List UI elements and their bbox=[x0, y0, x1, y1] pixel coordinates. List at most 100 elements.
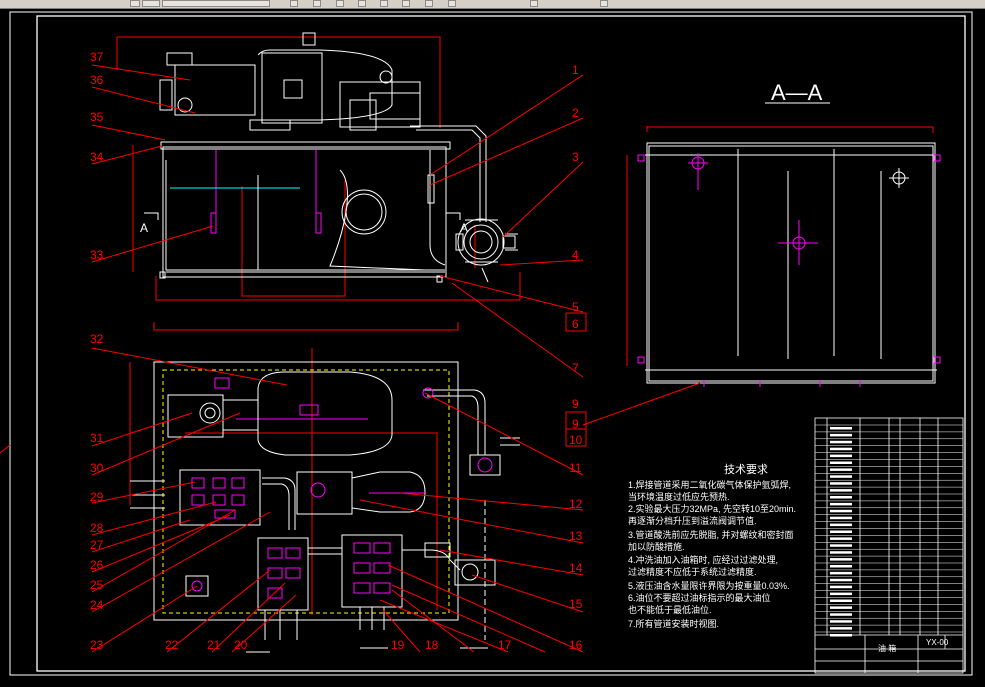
note-line: 过滤精度不应低于系统过滤精度. bbox=[628, 566, 757, 577]
plan-view bbox=[129, 322, 520, 653]
part-number: 6 bbox=[572, 317, 579, 331]
part-number: 27 bbox=[90, 538, 104, 552]
note-line: 7.所有管道安装时视图. bbox=[628, 618, 719, 629]
part-number: 35 bbox=[90, 110, 104, 124]
technical-notes: 1.焊接管道采用二氧化碳气体保护氩弧焊, 当环境温度过低应先预热. 2.实验最大… bbox=[628, 479, 796, 629]
parts-list-entry bbox=[830, 440, 852, 444]
more-button[interactable] bbox=[600, 0, 608, 7]
undo-button[interactable] bbox=[290, 0, 298, 7]
part-number: 28 bbox=[90, 521, 104, 535]
part-number: 7 bbox=[572, 361, 579, 375]
part-number: 21 bbox=[207, 638, 221, 652]
note-line: 1.焊接管道采用二氧化碳气体保护氩弧焊, bbox=[628, 479, 791, 490]
layer-dropdown[interactable] bbox=[130, 0, 140, 7]
parts-list-entry bbox=[830, 585, 852, 589]
parts-list-entry bbox=[830, 509, 852, 513]
parts-list-entry bbox=[830, 530, 852, 533]
note-line: 再逐渐分档升压到溢流阀调节值. bbox=[628, 515, 757, 526]
part-number: 16 bbox=[569, 638, 583, 652]
notes-title: 技术要求 bbox=[724, 463, 768, 476]
parts-list-entry bbox=[830, 475, 852, 478]
redo-button[interactable] bbox=[313, 0, 321, 7]
toolbar bbox=[0, 0, 985, 9]
print-button[interactable] bbox=[530, 0, 538, 7]
part-number: 10 bbox=[569, 433, 583, 447]
match-button[interactable] bbox=[448, 0, 456, 7]
part-number: 3 bbox=[572, 150, 579, 164]
parts-list-entry bbox=[830, 613, 852, 616]
parts-list-entry bbox=[830, 592, 852, 596]
part-number: 14 bbox=[569, 561, 583, 575]
drawing-name: 油 箱 bbox=[878, 643, 896, 653]
part-number: 26 bbox=[90, 558, 104, 572]
properties-dropdown[interactable] bbox=[162, 0, 270, 7]
part-number: 11 bbox=[569, 461, 582, 475]
parts-list-entry bbox=[830, 427, 852, 430]
note-line: 5.液压油含水量限许界限为按重量0.03%. bbox=[628, 580, 790, 591]
part-number: 36 bbox=[90, 73, 104, 87]
parts-list-entry bbox=[830, 433, 852, 437]
parts-list-entry bbox=[830, 496, 852, 499]
parts-list-entry bbox=[830, 578, 852, 582]
part-number: 24 bbox=[90, 598, 104, 612]
cad-application: A A A—A 37 36 35 34 33 32 31 30 29 28 27… bbox=[0, 0, 985, 687]
parts-list-entry bbox=[830, 620, 852, 623]
part-number: 20 bbox=[234, 638, 248, 652]
front-view bbox=[116, 32, 521, 301]
parts-list-entry bbox=[830, 461, 852, 464]
properties-button[interactable] bbox=[425, 0, 433, 7]
note-line: 也不能低于最低油位. bbox=[628, 604, 712, 615]
zoom-button[interactable] bbox=[358, 0, 366, 7]
parts-list-entry bbox=[830, 571, 852, 575]
part-number: 15 bbox=[569, 597, 583, 611]
leader-lines bbox=[0, 64, 701, 653]
zoom-prev-button[interactable] bbox=[402, 0, 410, 7]
note-line: 6.油位不要超过油标指示的最大油位 bbox=[628, 592, 771, 603]
parts-list-entry bbox=[830, 502, 852, 506]
parts-list-entry bbox=[830, 454, 852, 458]
parts-list-entry bbox=[830, 599, 852, 602]
part-number: 13 bbox=[569, 529, 583, 543]
part-number: 22 bbox=[165, 638, 179, 652]
parts-list-entry bbox=[830, 565, 852, 568]
part-number: 31 bbox=[90, 431, 104, 445]
part-number: 33 bbox=[90, 248, 104, 262]
section-view-a-a bbox=[626, 126, 941, 387]
part-number: 18 bbox=[425, 638, 439, 652]
drawing-canvas[interactable]: A A A—A 37 36 35 34 33 32 31 30 29 28 27… bbox=[0, 9, 985, 687]
note-line: 当环境温度过低应先预热. bbox=[628, 491, 730, 502]
part-number: 30 bbox=[90, 461, 104, 475]
parts-list-entry bbox=[830, 551, 852, 554]
drawing-border-inner bbox=[36, 15, 966, 672]
parts-list-entry bbox=[830, 558, 852, 561]
note-line: 4.冲洗油加入油箱时, 应经过过滤处理, bbox=[628, 554, 778, 565]
note-line: 2.实验最大压力32MPa, 先空转10至20min. bbox=[628, 503, 796, 514]
part-number: 19 bbox=[391, 638, 405, 652]
part-number: 34 bbox=[90, 150, 104, 164]
part-number: 17 bbox=[498, 638, 512, 652]
parts-list-entry bbox=[830, 606, 852, 609]
part-number: 9 bbox=[572, 397, 579, 411]
parts-list-entry bbox=[830, 489, 852, 492]
part-number: 12 bbox=[569, 497, 583, 511]
part-number: 25 bbox=[90, 578, 104, 592]
section-marker-left: A bbox=[140, 221, 148, 235]
part-number: 23 bbox=[90, 638, 104, 652]
parts-list-entry bbox=[830, 447, 852, 451]
part-number: 2 bbox=[572, 106, 579, 120]
zoom-window-button[interactable] bbox=[380, 0, 388, 7]
part-number: 29 bbox=[90, 490, 104, 504]
parts-list-entry bbox=[830, 523, 852, 527]
pan-button[interactable] bbox=[336, 0, 344, 7]
parts-list-entry bbox=[830, 634, 852, 637]
layer-select[interactable] bbox=[142, 0, 160, 7]
part-number: 4 bbox=[572, 248, 579, 262]
parts-list-entry bbox=[830, 627, 852, 630]
drawing-number: YX-00 bbox=[926, 638, 949, 647]
note-line: 3.管道酸洗前应先脱脂, 并对螺纹和密封面 bbox=[628, 529, 794, 540]
part-number: 32 bbox=[90, 332, 104, 346]
parts-list-entry bbox=[830, 482, 852, 485]
section-marker-right: A bbox=[460, 221, 468, 235]
note-line: 加以防酸措施. bbox=[628, 541, 685, 552]
section-title: A—A bbox=[771, 80, 823, 105]
